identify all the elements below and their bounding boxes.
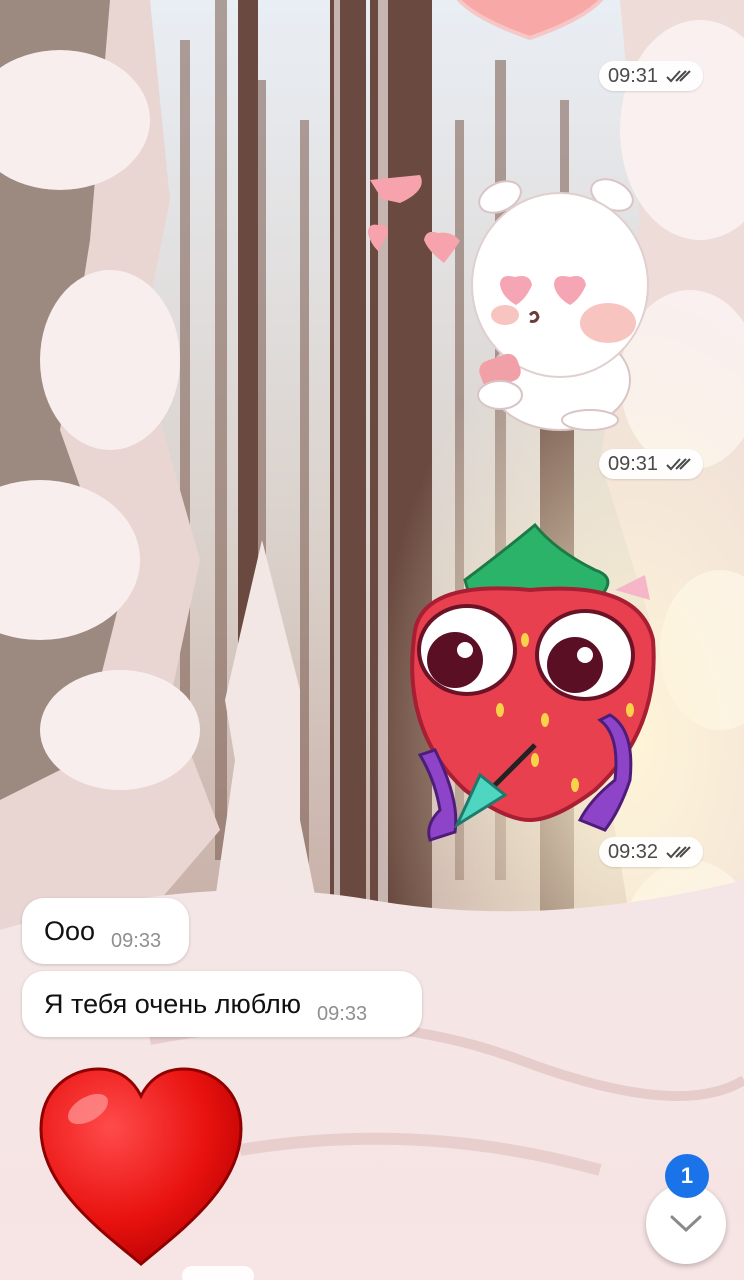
red-heart-sticker xyxy=(39,1067,243,1266)
message-sticker-4[interactable] xyxy=(36,1064,246,1269)
read-double-check-icon xyxy=(666,846,691,859)
message-time-6-partial xyxy=(182,1266,254,1286)
message-time-2: 09:31 xyxy=(599,449,704,479)
message-sticker-3[interactable] xyxy=(395,520,665,850)
chevron-down-icon xyxy=(670,1215,702,1233)
message-text: Ооо xyxy=(44,916,96,946)
message-sticker-2[interactable] xyxy=(360,165,690,440)
message-bubble-1[interactable]: Ооо 09:33 xyxy=(22,898,189,964)
bunny-in-love-sticker xyxy=(368,175,649,431)
pink-heart-sticker xyxy=(456,0,604,41)
message-time-1: 09:31 xyxy=(599,61,704,91)
message-time-3: 09:32 xyxy=(599,837,704,867)
read-double-check-icon xyxy=(666,70,691,83)
read-double-check-icon xyxy=(666,458,691,471)
message-time-5: 09:33 xyxy=(317,1003,368,1025)
message-time-4: 09:33 xyxy=(111,930,162,952)
strawberry-with-arrow-sticker xyxy=(410,522,656,842)
unread-count-badge: 1 xyxy=(665,1154,709,1198)
message-sticker-1[interactable] xyxy=(440,0,620,41)
message-text: Я тебя очень люблю xyxy=(44,989,302,1019)
message-bubble-2[interactable]: Я тебя очень люблю 09:33 xyxy=(22,971,422,1037)
